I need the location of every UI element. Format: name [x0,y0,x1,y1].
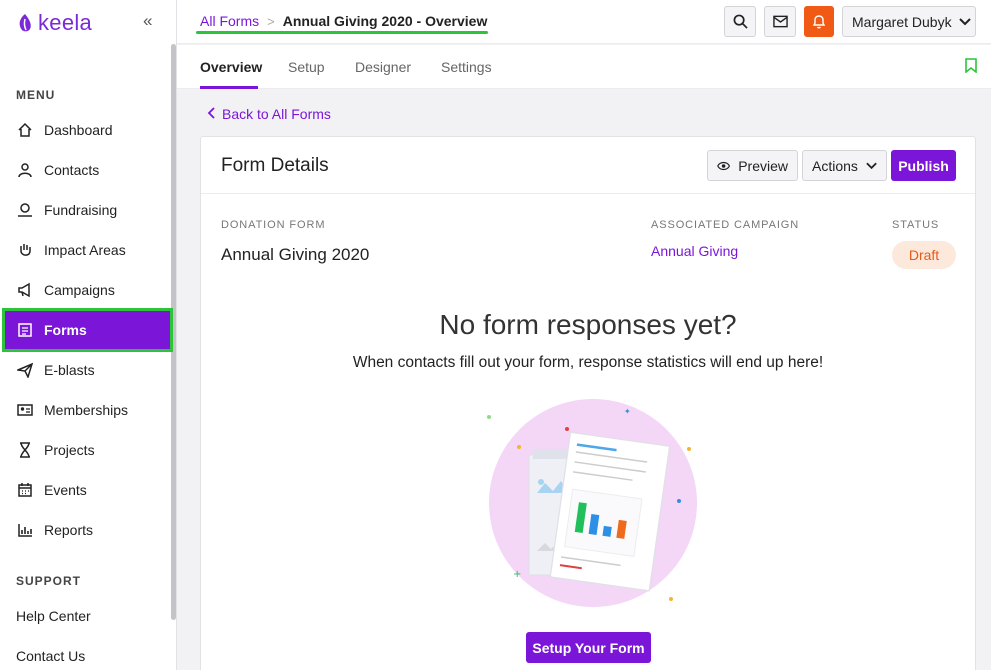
keela-logo[interactable]: keela [16,10,92,36]
breadcrumb-all-forms-link[interactable]: All Forms [200,13,259,29]
sidebar-item-contacts[interactable]: Contacts [4,150,171,190]
breadcrumb: All Forms > Annual Giving 2020 - Overvie… [200,13,487,29]
sidebar-item-label: Memberships [44,402,129,418]
donation-form-label: DONATION FORM [221,219,326,231]
sidebar-item-label: Contact Us [16,648,86,664]
hourglass-icon [16,441,34,459]
preview-button[interactable]: Preview [707,150,798,181]
megaphone-icon [16,281,34,299]
associated-campaign-label: ASSOCIATED CAMPAIGN [651,219,800,231]
back-to-all-forms-link[interactable]: Back to All Forms [207,106,331,122]
back-link-label: Back to All Forms [222,106,331,122]
chevron-down-icon [866,162,877,169]
id-card-icon [16,401,34,419]
status-label: STATUS [892,219,940,231]
mail-button[interactable] [764,6,796,37]
hand-icon [16,241,34,259]
actions-dropdown[interactable]: Actions [802,150,887,181]
breadcrumb-current: Annual Giving 2020 - Overview [282,13,488,29]
sidebar-item-memberships[interactable]: Memberships [4,390,171,430]
bell-icon [812,15,826,29]
paper-plane-icon [16,361,34,379]
tab-designer[interactable]: Designer [355,59,411,75]
active-tab-indicator [200,86,258,89]
notifications-button[interactable] [804,6,834,37]
sidebar: keela « MENU Dashboard Contacts Fundrais… [0,0,177,670]
sidebar-item-label: Contacts [44,162,100,178]
sidebar-item-reports[interactable]: Reports [4,510,171,550]
sidebar-item-label: Campaigns [44,282,115,298]
preview-label: Preview [738,157,788,174]
sidebar-item-forms[interactable]: Forms [2,308,173,352]
donation-icon [16,201,34,219]
sidebar-item-help-center[interactable]: Help Center [4,596,171,636]
sidebar-item-label: Forms [44,322,87,338]
keela-leaf-icon [19,14,31,32]
sidebar-item-label: Help Center [16,608,91,624]
chevron-left-icon [207,106,215,122]
sidebar-item-label: E-blasts [44,362,95,378]
svg-text:+: + [513,569,521,580]
sidebar-item-campaigns[interactable]: Campaigns [4,270,171,310]
sidebar-item-label: Dashboard [44,122,113,138]
associated-campaign-link[interactable]: Annual Giving [651,243,738,259]
search-button[interactable] [724,6,756,37]
sidebar-item-label: Projects [44,442,95,458]
empty-state-subtitle: When contacts fill out your form, respon… [352,354,824,371]
empty-state-title: No form responses yet? [439,309,737,340]
sidebar-scrollbar[interactable] [171,44,176,620]
top-bar: All Forms > Annual Giving 2020 - Overvie… [177,0,991,44]
support-section-label: SUPPORT [16,574,82,588]
eye-icon [717,161,731,170]
menu-section-label: MENU [16,88,56,102]
empty-form-illustration: ✦ + [487,399,697,607]
search-icon [733,14,748,29]
card-title: Form Details [221,155,329,176]
sidebar-item-contact-us[interactable]: Contact Us [4,636,171,670]
donation-form-value: Annual Giving 2020 [221,245,370,264]
person-icon [16,161,34,179]
setup-your-form-button[interactable]: Setup Your Form [526,632,651,663]
collapse-sidebar-icon[interactable]: « [143,11,152,31]
user-menu-button[interactable]: Margaret Dubyk [842,6,976,37]
publish-button[interactable]: Publish [891,150,956,181]
status-badge: Draft [892,241,956,269]
svg-text:✦: ✦ [624,407,631,416]
calendar-icon [16,481,34,499]
sidebar-item-events[interactable]: Events [4,470,171,510]
sidebar-item-label: Reports [44,522,94,538]
form-details-card: Form Details Preview Actions Publish DON… [200,136,976,670]
tab-setup[interactable]: Setup [288,59,325,75]
sidebar-item-label: Impact Areas [44,242,126,258]
actions-label: Actions [812,157,858,174]
form-tabs: Overview Setup Designer Settings [177,45,991,89]
bar-chart-icon [16,521,34,539]
user-name: Margaret Dubyk [852,13,952,30]
chevron-down-icon [958,17,971,25]
card-header: Form Details Preview Actions Publish [201,137,975,194]
chevron-right-icon: > [267,13,275,29]
sidebar-item-fundraising[interactable]: Fundraising [4,190,171,230]
tab-settings[interactable]: Settings [441,59,492,75]
logo-text: keela [38,10,93,35]
bookmark-icon[interactable] [965,58,977,78]
mail-icon [772,15,788,28]
sidebar-item-impact-areas[interactable]: Impact Areas [4,230,171,270]
sidebar-item-eblasts[interactable]: E-blasts [4,350,171,390]
sidebar-item-projects[interactable]: Projects [4,430,171,470]
breadcrumb-highlight [196,31,488,34]
sidebar-item-label: Events [44,482,87,498]
home-icon [16,121,34,139]
tab-overview[interactable]: Overview [200,59,262,75]
sidebar-item-label: Fundraising [44,202,118,218]
form-list-icon [16,321,34,339]
sidebar-item-dashboard[interactable]: Dashboard [4,110,171,150]
